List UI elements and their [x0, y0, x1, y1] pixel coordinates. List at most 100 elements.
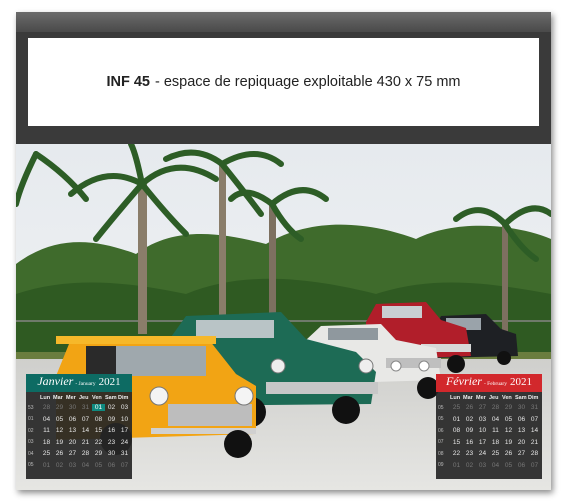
- january-day-grid: 53 28 29 30 31 01 02 03 01 04 05 06 07 08 09 10 02 11 12 13…: [26, 402, 132, 471]
- weekday-label: Ven: [502, 395, 512, 401]
- week-number: 08: [438, 450, 444, 457]
- february-year: 2021: [510, 376, 533, 388]
- january-weekday-row: Lun Mar Mer Jeu Ven Sam Dim: [26, 392, 132, 402]
- day-cell: 03: [478, 461, 487, 469]
- day-cell: 02: [55, 461, 64, 469]
- day-cell: 20: [68, 438, 77, 446]
- day-cell: 13: [517, 427, 526, 435]
- day-cell: 14: [81, 427, 90, 435]
- day-cell: 04: [491, 415, 500, 423]
- january-header: Janvier - January 2021: [26, 374, 132, 392]
- february-subtitle: - February: [483, 381, 508, 387]
- day-cell: 02: [107, 404, 116, 412]
- day-cell: 01: [452, 461, 461, 469]
- week-number: 02: [28, 427, 34, 434]
- week-number: 05: [438, 416, 444, 423]
- day-cell: 28: [81, 450, 90, 458]
- day-cell: 19: [55, 438, 64, 446]
- day-cell: 18: [491, 438, 500, 446]
- day-cell: 29: [94, 450, 103, 458]
- day-cell: 01: [42, 461, 51, 469]
- day-cell: 16: [465, 438, 474, 446]
- day-cell: 14: [530, 427, 539, 435]
- day-cell: 09: [107, 415, 116, 423]
- header-frame: INF 45 - espace de repiquage exploitable…: [16, 32, 551, 144]
- weekday-label: Sam: [105, 395, 117, 401]
- day-cell: 23: [107, 438, 116, 446]
- day-cell: 06: [107, 461, 116, 469]
- january-year: 2021: [98, 376, 121, 388]
- day-cell: 16: [107, 427, 116, 435]
- day-cell: 27: [68, 450, 77, 458]
- week-number: 09: [438, 462, 444, 469]
- day-cell: 29: [504, 404, 513, 412]
- day-cell: 25: [491, 450, 500, 458]
- day-cell: 25: [42, 450, 51, 458]
- weekday-label: Dim: [118, 395, 129, 401]
- day-cell: 30: [68, 404, 77, 412]
- day-cell: 02: [465, 461, 474, 469]
- day-cell: 10: [120, 415, 129, 423]
- day-cell: 31: [120, 450, 129, 458]
- day-cell: 28: [42, 404, 51, 412]
- day-cell: 07: [530, 415, 539, 423]
- weekday-label: Ven: [92, 395, 102, 401]
- day-cell: 31: [81, 404, 90, 412]
- week-number: 05: [28, 462, 34, 469]
- day-cell: 30: [107, 450, 116, 458]
- day-cell: 24: [120, 438, 129, 446]
- week-number: 07: [438, 439, 444, 446]
- day-cell: 18: [42, 438, 51, 446]
- weekday-label: Dim: [528, 395, 539, 401]
- week-number: 53: [28, 404, 34, 411]
- day-cell: 31: [530, 404, 539, 412]
- week-number: 04: [28, 450, 34, 457]
- weekday-label: Sam: [515, 395, 527, 401]
- day-cell: 03: [478, 415, 487, 423]
- imprint-area: INF 45 - espace de repiquage exploitable…: [28, 38, 539, 126]
- day-cell: 15: [452, 438, 461, 446]
- day-cell: 02: [465, 415, 474, 423]
- day-cell: 05: [504, 461, 513, 469]
- day-cell: 10: [478, 427, 487, 435]
- day-cell: 27: [517, 450, 526, 458]
- day-cell: 05: [55, 415, 64, 423]
- weekday-label: Mer: [66, 395, 76, 401]
- weekday-label: Jeu: [489, 395, 499, 401]
- weekday-label: Lun: [450, 395, 461, 401]
- day-cell: 27: [478, 404, 487, 412]
- day-cell: 07: [530, 461, 539, 469]
- day-cell: 25: [452, 404, 461, 412]
- day-cell: 26: [465, 404, 474, 412]
- day-cell: 12: [55, 427, 64, 435]
- day-cell: 22: [94, 438, 103, 446]
- january-calendar: Janvier - January 2021 Lun Mar Mer Jeu V…: [26, 374, 132, 479]
- day-cell: 19: [504, 438, 513, 446]
- january-name: Janvier: [37, 374, 74, 388]
- weekday-label: Lun: [40, 395, 51, 401]
- day-cell: 26: [55, 450, 64, 458]
- day-cell: 07: [120, 461, 129, 469]
- day-cell: 05: [94, 461, 103, 469]
- february-day-grid: 05 25 26 27 28 29 30 31 05 01 02 03 04 05 06 07 06 08 09 10…: [436, 402, 542, 471]
- february-weekday-row: Lun Mar Mer Jeu Ven Sam Dim: [436, 392, 542, 402]
- week-number: 03: [28, 439, 34, 446]
- weekday-label: Mer: [476, 395, 486, 401]
- day-cell: 28: [491, 404, 500, 412]
- day-cell: 05: [504, 415, 513, 423]
- imprint-code: INF 45: [106, 74, 150, 90]
- february-name: Février: [445, 374, 482, 388]
- day-cell: 29: [55, 404, 64, 412]
- weekday-label: Mar: [53, 395, 63, 401]
- day-cell: 12: [504, 427, 513, 435]
- day-cell: 17: [478, 438, 487, 446]
- day-cell: 23: [465, 450, 474, 458]
- day-cell: 26: [504, 450, 513, 458]
- day-cell: 22: [452, 450, 461, 458]
- day-cell: 17: [120, 427, 129, 435]
- day-cell: 30: [517, 404, 526, 412]
- day-cell: 20: [517, 438, 526, 446]
- day-cell: 01: [452, 415, 461, 423]
- imprint-text: - espace de repiquage exploitable 430 x …: [155, 74, 461, 90]
- week-number: 01: [28, 416, 34, 423]
